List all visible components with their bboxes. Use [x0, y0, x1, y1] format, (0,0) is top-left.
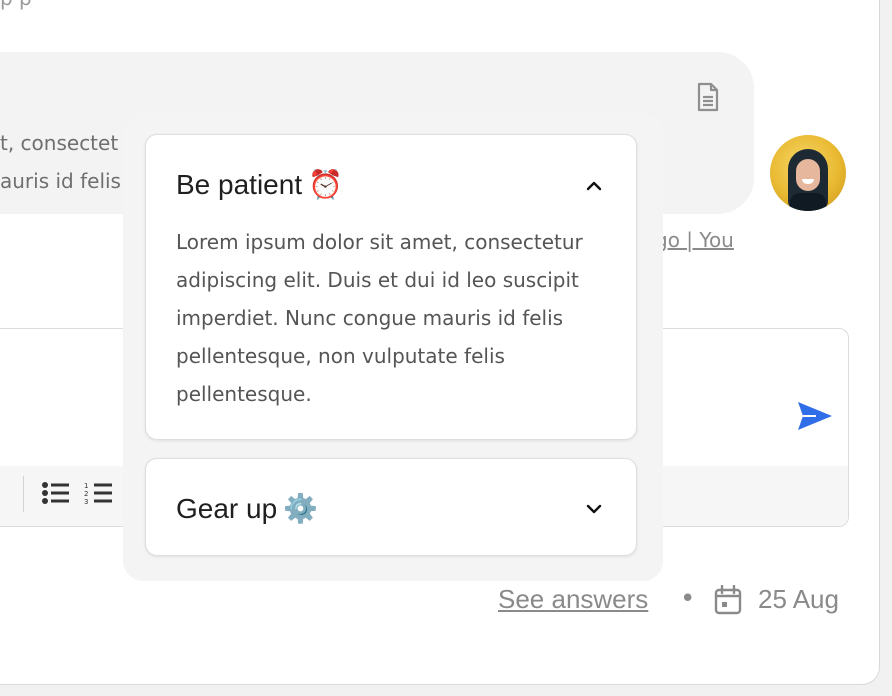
send-icon[interactable] — [796, 399, 834, 433]
accordion-title[interactable]: Gear up ⚙️ — [176, 492, 318, 525]
bullet-list-icon[interactable] — [41, 481, 71, 505]
message-line-1: t, consectet — [0, 131, 119, 155]
message-footer: See answers • 25 Aug — [0, 584, 892, 624]
accordion-title-text: Be patient — [176, 169, 303, 200]
alarm-clock-icon: ⏰ — [308, 169, 343, 200]
message-text: t, consectet auris id felis — [0, 124, 121, 193]
document-icon[interactable] — [696, 82, 720, 112]
date-label: 25 Aug — [758, 584, 839, 614]
tips-popover: Be patient ⏰ Lorem ipsum dolor sit amet, … — [123, 114, 663, 581]
svg-text:3: 3 — [84, 498, 88, 505]
accordion-title[interactable]: Be patient ⏰ — [176, 168, 343, 201]
calendar-icon — [714, 585, 742, 615]
gear-icon: ⚙️ — [283, 493, 319, 524]
chevron-up-icon[interactable] — [586, 181, 602, 191]
avatar-shirt — [790, 193, 826, 211]
svg-text:1: 1 — [84, 482, 88, 490]
chevron-down-icon[interactable] — [586, 504, 602, 514]
top-partial-text: p p — [0, 0, 32, 10]
accordion-title-text: Gear up — [176, 493, 278, 524]
message-line-2: auris id felis — [0, 169, 121, 193]
toolbar-divider — [23, 476, 24, 512]
svg-text:2: 2 — [84, 490, 88, 498]
separator-dot: • — [680, 584, 696, 614]
avatar-face — [796, 159, 820, 191]
avatar[interactable] — [770, 135, 846, 211]
accordion-body-text: Lorem ipsum dolor sit amet, consectetur … — [176, 230, 583, 406]
message-meta-link[interactable]: go | You — [655, 228, 734, 252]
accordion-item-be-patient[interactable]: Be patient ⏰ Lorem ipsum dolor sit amet, … — [145, 134, 637, 440]
accordion-item-gear-up[interactable]: Gear up ⚙️ — [145, 458, 637, 556]
numbered-list-icon[interactable]: 1 2 3 — [84, 481, 114, 505]
see-answers-link[interactable]: See answers — [498, 584, 648, 615]
